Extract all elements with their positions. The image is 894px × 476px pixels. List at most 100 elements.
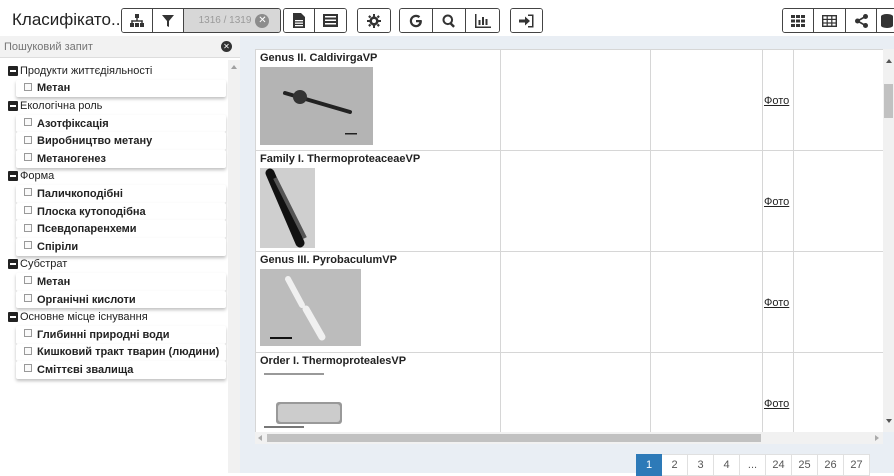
table-vertical-scrollbar[interactable] xyxy=(883,49,894,432)
filter-item-label: Метаногенез xyxy=(37,152,106,165)
filter-item[interactable]: Глибинні природні води xyxy=(16,325,226,344)
document-icon xyxy=(293,13,305,28)
microscopy-image[interactable] xyxy=(260,67,373,145)
settings-button[interactable] xyxy=(358,9,390,32)
sitemap-button[interactable] xyxy=(122,9,153,32)
filter-checkbox[interactable] xyxy=(24,206,32,215)
toolbar: Класифікато... 1316 / 1319 ✕ xyxy=(0,0,894,40)
filter-item[interactable]: Метан xyxy=(16,79,226,98)
filter-checkbox[interactable] xyxy=(24,241,32,250)
filter-icon xyxy=(162,14,174,27)
filter-checkbox[interactable] xyxy=(24,346,32,355)
filter-group[interactable]: Субстрат xyxy=(8,256,226,274)
filter-item-label: Азотфіксація xyxy=(37,117,109,130)
filter-checkbox[interactable] xyxy=(24,329,32,338)
filter-group-label: Основне місце існування xyxy=(20,311,148,324)
filter-checkbox[interactable] xyxy=(24,276,32,285)
filter-item[interactable]: Паличкоподібні xyxy=(16,185,226,203)
filter-checkbox[interactable] xyxy=(24,364,32,373)
layout-button-group xyxy=(782,8,894,33)
filter-button-group: 1316 / 1319 ✕ xyxy=(121,8,281,33)
photo-link[interactable]: Фото xyxy=(764,297,789,309)
scroll-up-icon[interactable] xyxy=(886,59,892,63)
filter-item-label: Метан xyxy=(37,275,71,288)
filter-group[interactable]: Форма xyxy=(8,168,226,186)
filter-item[interactable]: Азотфіксація xyxy=(16,114,226,133)
filter-item[interactable]: Плоска кутоподібна xyxy=(16,202,226,221)
filter-checkbox[interactable] xyxy=(24,188,32,197)
microscopy-image[interactable] xyxy=(260,168,315,248)
list-button[interactable] xyxy=(315,9,346,32)
database-button[interactable] xyxy=(877,9,894,32)
filter-group-label: Екологічна роль xyxy=(20,99,103,112)
filter-group[interactable]: Екологічна роль xyxy=(8,97,226,115)
document-button[interactable] xyxy=(284,9,315,32)
taxon-cell: Genus III. PyrobaculumVP xyxy=(255,251,501,353)
search-bar: ✕ xyxy=(0,36,240,58)
chart-button[interactable] xyxy=(466,9,499,32)
scroll-right-icon[interactable] xyxy=(875,435,879,441)
filter-item[interactable]: Псевдопаренхеми xyxy=(16,220,226,238)
filter-button[interactable] xyxy=(153,9,184,32)
microscopy-image[interactable] xyxy=(260,370,355,430)
grid-button[interactable] xyxy=(783,9,815,32)
scroll-down-icon[interactable] xyxy=(886,419,892,423)
scroll-left-icon[interactable] xyxy=(258,435,262,441)
filter-checkbox[interactable] xyxy=(24,135,32,144)
photo-link[interactable]: Фото xyxy=(764,95,789,107)
filter-item[interactable]: Метаногенез xyxy=(16,149,226,168)
photo-link[interactable]: Фото xyxy=(764,398,789,410)
filter-checkbox[interactable] xyxy=(24,82,32,91)
scroll-up-icon[interactable] xyxy=(231,65,237,69)
filter-group-label: Продукти життєдіяльності xyxy=(20,64,153,77)
taxon-name: Order I. ThermoprotealesVP xyxy=(260,355,407,367)
table-button[interactable] xyxy=(814,9,846,32)
filter-item[interactable]: Виробництво метану xyxy=(16,132,226,150)
google-button[interactable] xyxy=(400,9,433,32)
photo-link[interactable]: Фото xyxy=(764,196,789,208)
filter-checkbox[interactable] xyxy=(24,118,32,127)
collapse-icon[interactable] xyxy=(8,259,18,270)
search-button[interactable] xyxy=(433,9,466,32)
tools-button-group xyxy=(399,8,500,33)
sidebar: Продукти життєдіяльності Метан Екологічна … xyxy=(0,60,240,473)
sidebar-scrollbar[interactable] xyxy=(228,60,240,473)
collapse-icon[interactable] xyxy=(8,171,18,182)
photo-cell: Фото xyxy=(762,251,794,353)
search-input[interactable] xyxy=(4,39,214,55)
taxon-name: Genus III. PyrobaculumVP xyxy=(260,254,397,266)
search-icon xyxy=(442,14,455,28)
filter-group[interactable]: Продукти життєдіяльності xyxy=(8,62,226,80)
collapse-icon[interactable] xyxy=(8,100,18,111)
collapse-icon[interactable] xyxy=(8,312,18,323)
list-icon xyxy=(323,14,338,27)
filter-item[interactable]: Кишковий тракт тварин (людини) xyxy=(16,343,226,362)
scroll-thumb[interactable] xyxy=(884,84,893,118)
filter-item[interactable]: Сміттєві звалища xyxy=(16,361,226,379)
taxon-cell: Genus II. CaldivirgaVP xyxy=(255,49,501,151)
clear-filter-icon[interactable]: ✕ xyxy=(255,13,270,28)
filter-item[interactable]: Метан xyxy=(16,273,226,291)
close-icon[interactable]: ✕ xyxy=(221,41,232,52)
table-cell xyxy=(650,49,763,151)
table-horizontal-scrollbar[interactable] xyxy=(255,432,883,444)
collapse-icon[interactable] xyxy=(8,65,18,76)
filter-checkbox[interactable] xyxy=(24,223,32,232)
filter-item[interactable]: Спіріли xyxy=(16,237,226,256)
filter-item-label: Кишковий тракт тварин (людини) xyxy=(37,346,220,359)
login-button-group xyxy=(510,8,543,33)
filter-checkbox[interactable] xyxy=(24,153,32,162)
table-row: Family I. ThermoproteaceaeVP Фото xyxy=(255,150,883,252)
filter-checkbox[interactable] xyxy=(24,294,32,303)
table-row: Genus II. CaldivirgaVP Фото xyxy=(255,49,883,151)
microscopy-image[interactable] xyxy=(260,269,361,346)
table-cell xyxy=(793,150,883,252)
scroll-thumb[interactable] xyxy=(267,434,761,442)
filter-group[interactable]: Основне місце існування xyxy=(8,308,226,326)
photo-cell: Фото xyxy=(762,352,794,432)
share-icon xyxy=(854,13,868,28)
login-button[interactable] xyxy=(511,9,542,32)
filter-item[interactable]: Органічні кислоти xyxy=(16,290,226,309)
filter-item-label: Плоска кутоподібна xyxy=(37,205,146,218)
share-button[interactable] xyxy=(845,9,878,32)
